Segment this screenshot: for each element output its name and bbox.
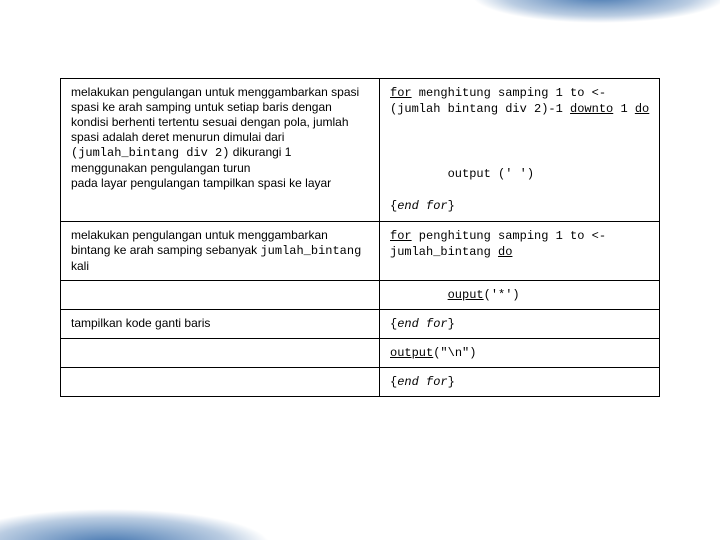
code-text: ('*') [484, 288, 520, 302]
code-text: } [448, 375, 455, 389]
keyword: ouput [448, 288, 484, 302]
table-row: ouput('*') [61, 280, 659, 309]
description-cell: melakukan pengulangan untuk menggambarka… [61, 79, 380, 221]
code-cell: {end for} [380, 368, 659, 396]
table-row: output("\n") [61, 338, 659, 367]
keyword: output [390, 346, 433, 360]
code-text: 1 [613, 102, 635, 116]
table-row: melakukan pengulangan untuk menggambarka… [61, 221, 659, 280]
accent-top [0, 0, 720, 30]
algorithm-table: melakukan pengulangan untuk menggambarka… [60, 78, 660, 397]
description-cell [61, 281, 380, 309]
code-cell: for menghitung samping 1 to <- (jumlah b… [380, 79, 659, 221]
keyword: do [498, 245, 512, 259]
description-cell: melakukan pengulangan untuk menggambarka… [61, 222, 380, 280]
keyword: downto [570, 102, 613, 116]
table-row: melakukan pengulangan untuk menggambarka… [61, 79, 659, 221]
code-text: ("\n") [433, 346, 476, 360]
code-cell: output("\n") [380, 339, 659, 367]
code-text: } [448, 317, 455, 331]
keyword: for [390, 86, 412, 100]
mono-snippet: (jumlah_bintang div 2) [71, 146, 229, 160]
code-text: end for [397, 199, 447, 213]
table-row: tampilkan kode ganti baris{end for} [61, 309, 659, 338]
code-text: } [448, 199, 455, 213]
keyword: for [390, 229, 412, 243]
description-cell: tampilkan kode ganti baris [61, 310, 380, 338]
code-text: end for [397, 317, 447, 331]
code-cell: for penghitung samping 1 to <- jumlah_bi… [380, 222, 659, 280]
keyword: do [635, 102, 649, 116]
code-text: end for [397, 375, 447, 389]
table-row: {end for} [61, 367, 659, 396]
code-cell: {end for} [380, 310, 659, 338]
code-cell: ouput('*') [380, 281, 659, 309]
accent-bottom [0, 500, 720, 540]
description-cell [61, 368, 380, 396]
mono-snippet: jumlah_bintang [260, 244, 361, 258]
description-cell [61, 339, 380, 367]
